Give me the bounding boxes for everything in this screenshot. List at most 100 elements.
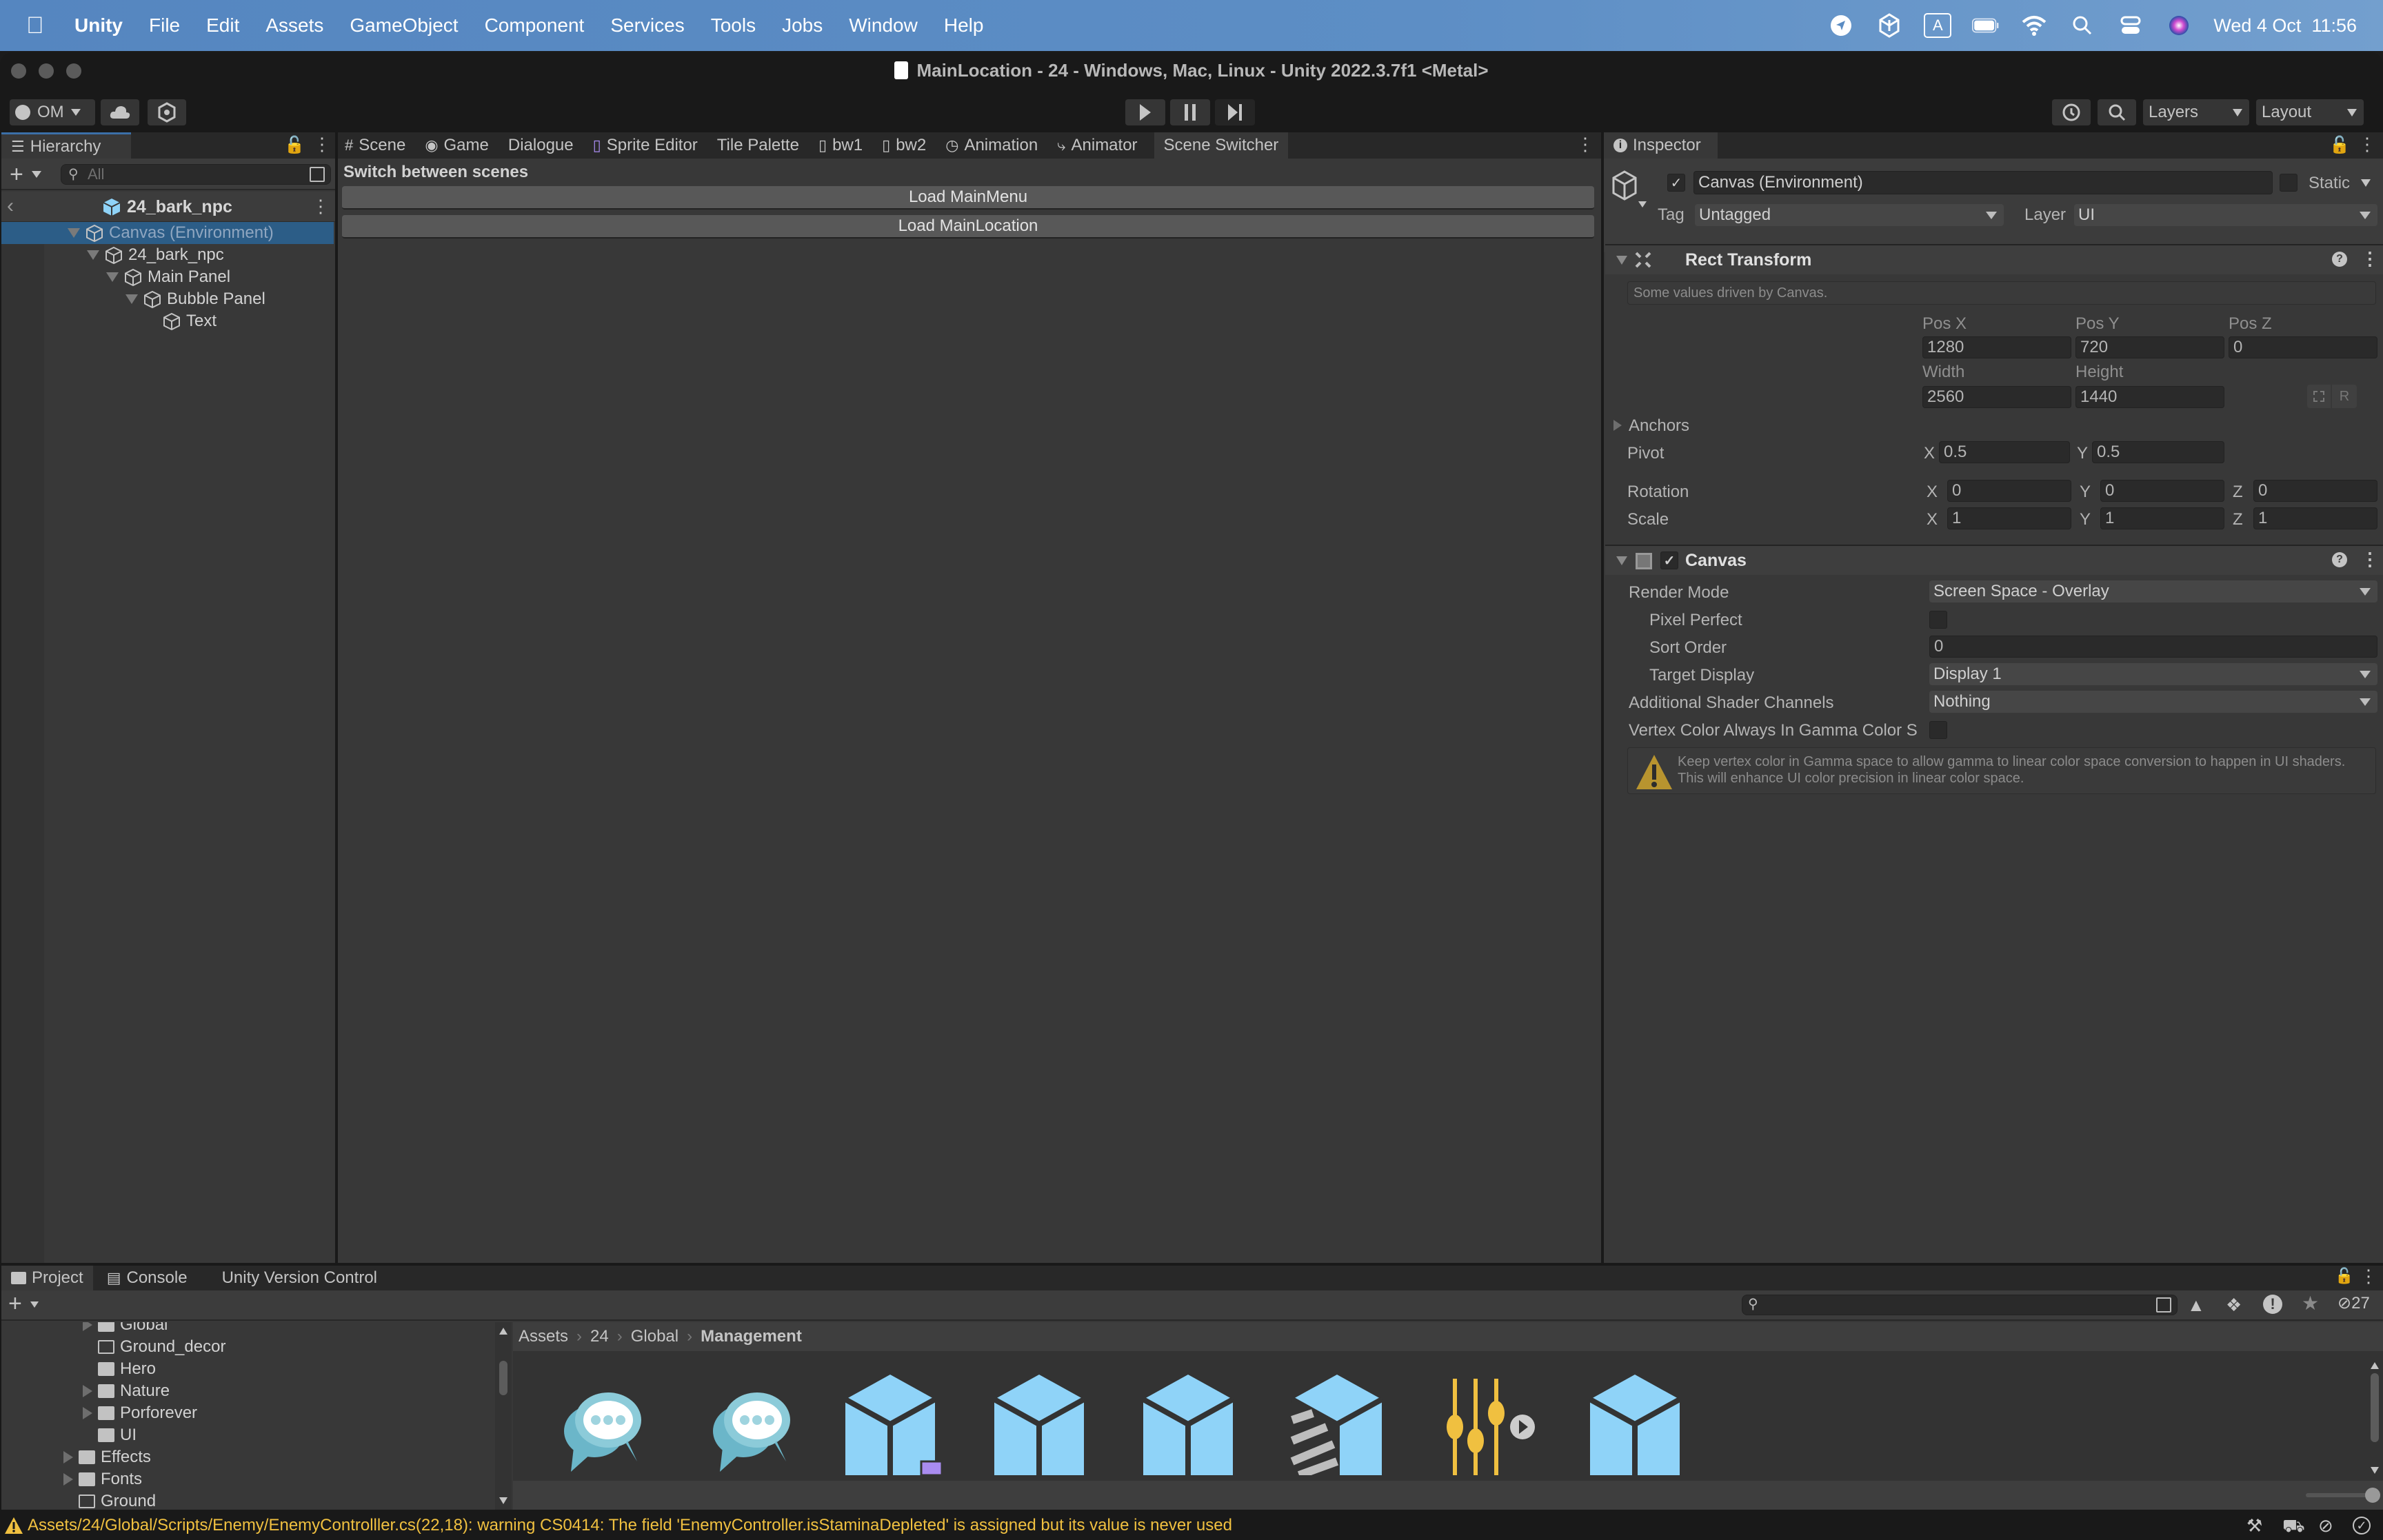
unity-hub-icon[interactable] [1876,12,1903,39]
menu-gameobject[interactable]: GameObject [350,14,458,37]
play-button[interactable] [1125,99,1165,125]
scale-z-field[interactable]: 1 [2253,507,2377,529]
vertex-color-gamma-checkbox[interactable] [1929,721,1947,739]
undo-history-button[interactable] [2052,99,2091,125]
prefab-variant-icon[interactable] [838,1372,943,1482]
pos-y-field[interactable]: 720 [2075,336,2224,358]
rotation-y-field[interactable]: 0 [2100,480,2224,502]
create-add-button[interactable]: + [8,1290,22,1317]
progress-complete-icon[interactable]: ✓ [2353,1517,2371,1534]
prefab-missing-icon[interactable] [1285,1372,1389,1482]
project-folder-item[interactable]: UI [83,1424,137,1446]
location-icon[interactable] [1827,12,1855,39]
prefab-icon[interactable] [1583,1372,1687,1482]
gameobject-cube-icon[interactable] [1611,170,1638,203]
more-options-icon[interactable]: ⋮ [2361,248,2379,270]
create-add-button[interactable]: + [10,161,23,188]
breadcrumb-item[interactable]: Global [631,1327,678,1346]
more-options-icon[interactable]: ⋮ [2361,549,2379,570]
hierarchy-item[interactable]: Main Panel [1,266,334,288]
cloud-button[interactable] [101,99,139,125]
scroll-up-arrow-icon[interactable] [2371,1362,2379,1369]
rect-transform-header[interactable]: Rect Transform ? ⋮ [1605,244,2383,274]
tag-dropdown[interactable]: Untagged [1695,204,2004,226]
height-field[interactable]: 1440 [2075,386,2224,408]
foldout-collapsed-icon[interactable] [63,1451,73,1463]
help-icon[interactable]: ? [2332,252,2347,267]
project-folder-item[interactable]: Nature [83,1380,170,1402]
hierarchy-item[interactable]: Bubble Panel [1,288,334,310]
foldout-collapsed-icon[interactable] [83,1385,92,1397]
tab-bw2[interactable]: ▯ bw2 [872,132,936,159]
filter-by-label-icon[interactable]: ❖ [2226,1295,2242,1316]
more-options-icon[interactable]: ⋮ [2360,1266,2377,1287]
tab-project[interactable]: Project [1,1266,93,1290]
collab-button[interactable] [148,99,186,125]
pivot-x-field[interactable]: 0.5 [1939,441,2070,463]
status-bar[interactable]: Assets/24/Global/Scripts/Enemy/EnemyCont… [0,1511,2383,1540]
scroll-down-arrow-icon[interactable] [2371,1467,2379,1474]
menu-edit[interactable]: Edit [206,14,239,37]
icon-size-slider-track[interactable] [2306,1493,2375,1497]
scale-x-field[interactable]: 1 [1947,507,2071,529]
project-search-input[interactable]: ⚲ [1742,1295,2178,1315]
menu-services[interactable]: Services [610,14,684,37]
pos-x-field[interactable]: 1280 [1922,336,2071,358]
pivot-y-field[interactable]: 0.5 [2092,441,2224,463]
input-source-icon[interactable]: A [1924,13,1952,38]
shader-channels-dropdown[interactable]: Nothing [1929,691,2377,713]
scrollbar-thumb[interactable] [499,1361,507,1395]
rotation-z-field[interactable]: 0 [2253,480,2377,502]
tab-scene-switcher[interactable]: Scene Switcher [1154,132,1289,159]
chevron-down-icon[interactable] [30,1301,39,1308]
menu-jobs[interactable]: Jobs [782,14,823,37]
search-window-icon[interactable] [310,167,325,182]
spotlight-search-icon[interactable] [2069,12,2096,39]
anchors-label[interactable]: Anchors [1629,416,1689,436]
prefab-icon[interactable] [1136,1372,1240,1482]
status-message[interactable]: Assets/24/Global/Scripts/Enemy/EnemyCont… [28,1516,1232,1535]
hidden-packages-toggle[interactable]: ⊘27 [2337,1293,2370,1313]
tab-animator[interactable]: ⤷ Animator [1047,132,1147,159]
scroll-down-arrow-icon[interactable] [499,1497,507,1504]
hierarchy-item[interactable]: Text [1,310,334,332]
project-folder-item[interactable]: Hero [83,1358,156,1380]
breadcrumb-item[interactable]: Assets [519,1327,568,1346]
menu-app-name[interactable]: Unity [74,14,123,37]
wifi-icon[interactable] [2020,12,2048,39]
audio-mixer-icon[interactable] [1434,1372,1538,1482]
raw-edit-button[interactable]: R [2332,385,2357,408]
tab-bw1[interactable]: ▯ bw1 [809,132,872,159]
project-folder-item[interactable]: Porforever [83,1402,197,1424]
tab-tile-palette[interactable]: Tile Palette [707,132,809,159]
menu-file[interactable]: File [149,14,180,37]
apple-menu-icon[interactable]:  [26,12,51,39]
project-folder-item[interactable]: Ground [63,1490,156,1510]
width-field[interactable]: 2560 [1922,386,2071,408]
sort-order-field[interactable]: 0 [1929,636,2377,658]
foldout-expanded-icon[interactable] [68,228,80,238]
gameobject-active-checkbox[interactable]: ✓ [1667,174,1685,192]
foldout-collapsed-icon[interactable] [63,1473,73,1486]
tab-unity-version-control[interactable]: Unity Version Control [197,1266,387,1290]
lock-icon[interactable]: 🔓 [2335,1267,2353,1285]
speech-bubble-icon[interactable] [701,1372,804,1482]
search-window-icon[interactable] [2156,1297,2171,1313]
rotation-x-field[interactable]: 0 [1947,480,2071,502]
breadcrumb-item[interactable]: 24 [590,1327,609,1346]
lock-icon[interactable]: 🔓 [284,135,305,155]
canvas-component-header[interactable]: ✓ Canvas ? ⋮ [1605,545,2383,575]
chevron-down-icon[interactable] [1638,201,1647,207]
icon-size-slider-handle[interactable] [2365,1488,2380,1503]
help-icon[interactable]: ? [2332,552,2347,567]
foldout-expanded-icon[interactable] [1616,556,1627,565]
tab-dialogue[interactable]: Dialogue [499,132,583,159]
more-options-icon[interactable]: ⋮ [2358,134,2376,155]
foldout-expanded-icon[interactable] [1616,256,1627,265]
speech-bubble-icon[interactable] [552,1372,655,1482]
asset-grid-scrollbar[interactable] [2366,1351,2383,1481]
gameobject-name-field[interactable]: Canvas (Environment) [1693,171,2273,194]
filter-by-type-icon[interactable]: ▲ [2187,1295,2205,1316]
load-mainlocation-button[interactable]: Load MainLocation [342,215,1594,239]
tab-inspector[interactable]: i Inspector [1604,132,1718,159]
